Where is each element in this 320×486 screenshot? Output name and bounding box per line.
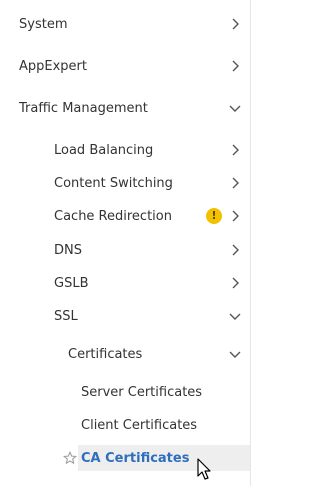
nav-item-label: AppExpert — [19, 58, 87, 74]
nav-item-label: Content Switching — [54, 175, 173, 191]
nav-item-cache-redirection[interactable]: Cache Redirection ! — [0, 200, 250, 232]
star-icon[interactable] — [62, 450, 78, 465]
nav-item-label: Server Certificates — [81, 384, 203, 400]
nav-item-ssl[interactable]: SSL — [0, 300, 250, 332]
warning-icon: ! — [206, 208, 222, 224]
next-item-partial — [98, 480, 118, 486]
nav-item-label: System — [19, 16, 68, 32]
nav-item-label: SSL — [54, 308, 78, 324]
nav-item-dns[interactable]: DNS — [0, 234, 250, 266]
chevron-right-icon[interactable] — [228, 143, 242, 157]
chevron-right-icon[interactable] — [228, 243, 242, 257]
mouse-cursor-icon — [197, 458, 213, 482]
nav-item-label: DNS — [54, 242, 82, 258]
chevron-down-icon[interactable] — [228, 309, 242, 323]
nav-item-client-certificates[interactable]: Client Certificates — [0, 409, 250, 441]
nav-item-label: GSLB — [54, 275, 89, 291]
chevron-right-icon[interactable] — [228, 17, 242, 31]
nav-item-appexpert[interactable]: AppExpert — [0, 50, 250, 82]
nav-item-certificates[interactable]: Certificates — [0, 338, 250, 370]
chevron-right-icon[interactable] — [228, 59, 242, 73]
chevron-down-icon[interactable] — [228, 101, 242, 115]
nav-item-label: Certificates — [68, 346, 143, 362]
nav-item-label: CA Certificates — [81, 450, 190, 466]
nav-item-traffic-management[interactable]: Traffic Management — [0, 92, 250, 124]
nav-item-label: Client Certificates — [81, 417, 198, 433]
chevron-right-icon[interactable] — [228, 209, 242, 223]
chevron-down-icon[interactable] — [228, 347, 242, 361]
nav-item-server-certificates[interactable]: Server Certificates — [0, 376, 250, 408]
nav-item-label: Traffic Management — [19, 100, 148, 116]
nav-item-ca-certificates[interactable]: CA Certificates — [78, 445, 250, 471]
nav-item-content-switching[interactable]: Content Switching — [0, 167, 250, 199]
chevron-right-icon[interactable] — [228, 276, 242, 290]
nav-item-label: Cache Redirection — [54, 208, 172, 224]
nav-item-gslb[interactable]: GSLB — [0, 267, 250, 299]
nav-item-label: Load Balancing — [54, 142, 154, 158]
chevron-right-icon[interactable] — [228, 176, 242, 190]
nav-item-system[interactable]: System — [0, 8, 250, 40]
nav-item-load-balancing[interactable]: Load Balancing — [0, 134, 250, 166]
navigation-tree: System AppExpert Traffic Management Load… — [0, 0, 251, 486]
